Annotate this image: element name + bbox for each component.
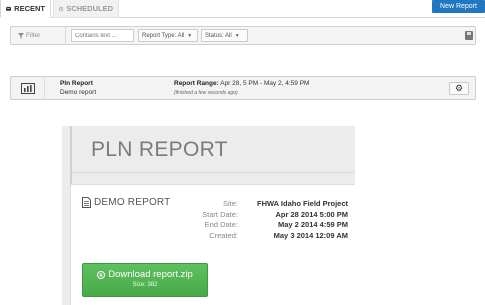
report-type-select[interactable]: Report Type: All ▼: [138, 29, 198, 42]
tab-scheduled-label: SCHEDULED: [66, 4, 113, 13]
clock-icon: [59, 6, 64, 11]
meta-value-site: FHWA Idaho Field Project: [257, 199, 348, 208]
report-range-label: Report Range:: [174, 80, 219, 87]
report-finished-status: (finished a few seconds ago): [174, 90, 238, 96]
report-list-item[interactable]: Pln Report Demo report Report Range: Apr…: [10, 76, 476, 100]
report-meta-labels: Site: Start Date: End Date: Created:: [202, 199, 238, 241]
save-filter-icon[interactable]: [465, 31, 473, 40]
filter-icon: [18, 32, 24, 39]
email-title: PLN REPORT: [91, 138, 228, 161]
card-heading: DEMO REPORT: [82, 197, 170, 208]
download-label-text: Download report.zip: [108, 269, 193, 280]
chevron-down-icon: ▼: [234, 32, 240, 39]
download-size: Size: 382: [132, 282, 158, 288]
report-name[interactable]: Pln Report: [60, 80, 93, 87]
gear-icon: ⚙: [454, 83, 464, 93]
gear-button[interactable]: ⚙: [449, 82, 469, 95]
filter-divider: [65, 27, 66, 44]
new-report-button[interactable]: New Report: [432, 0, 485, 13]
report-range: Report Range: Apr 28, 5 PM - May 2, 4:59…: [174, 80, 309, 87]
download-label: Download report.zip: [83, 269, 207, 280]
report-range-value: Apr 28, 5 PM - May 2, 4:59 PM: [220, 80, 310, 87]
report-description: Demo report: [60, 89, 97, 96]
email-divider: [70, 172, 355, 173]
chevron-down-icon: ▼: [187, 32, 193, 39]
status-select-label: Status: All: [205, 32, 232, 39]
tab-recent-label: RECENT: [14, 4, 45, 13]
report-meta-values: FHWA Idaho Field Project Apr 28 2014 5:0…: [257, 199, 348, 241]
meta-label-end: End Date:: [204, 220, 238, 230]
report-tabs: RECENT SCHEDULED: [0, 0, 485, 18]
card-heading-text: DEMO REPORT: [94, 197, 171, 208]
filter-label-text: Filter: [26, 32, 41, 39]
report-card: DEMO REPORT Site: Start Date: End Date: …: [70, 184, 355, 305]
filter-label: Filter: [18, 32, 40, 39]
email-preview: PLN REPORT DEMO REPORT Site: Start Date:…: [62, 126, 355, 305]
tab-recent[interactable]: RECENT: [0, 0, 51, 18]
status-select[interactable]: Status: All ▼: [201, 29, 248, 42]
meta-label-created: Created:: [209, 230, 238, 240]
meta-label-site: Site:: [222, 199, 238, 208]
report-type-cell: [11, 77, 45, 99]
tab-scheduled[interactable]: SCHEDULED: [53, 0, 119, 18]
meta-value-created: May 3 2014 12:09 AM: [273, 230, 348, 240]
tray-icon: [6, 6, 12, 11]
meta-value-start: Apr 28 2014 5:00 PM: [275, 209, 348, 219]
filter-search-input[interactable]: [71, 29, 134, 42]
meta-label-start: Start Date:: [202, 209, 238, 219]
document-icon: [82, 197, 91, 208]
report-type-select-label: Report Type: All: [142, 32, 185, 39]
bar-chart-icon: [20, 82, 35, 94]
download-report-button[interactable]: Download report.zip Size: 382: [82, 263, 208, 297]
filter-bar: Filter Report Type: All ▼ Status: All ▼: [10, 26, 476, 45]
download-icon: [97, 270, 106, 279]
meta-value-end: May 2 2014 4:59 PM: [277, 220, 348, 230]
